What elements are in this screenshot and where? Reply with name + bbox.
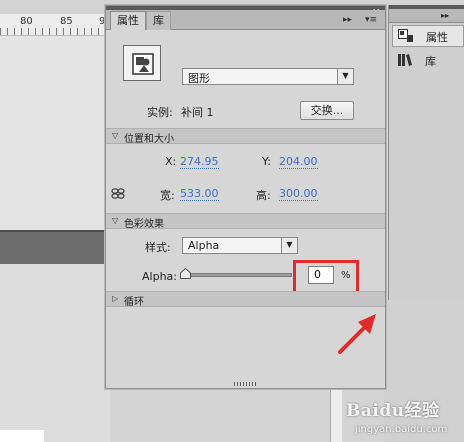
style-select[interactable]: Alpha ▼ (182, 237, 298, 254)
timeline-divider[interactable] (0, 230, 110, 264)
red-arrow-icon (338, 314, 376, 354)
ruler-mark: 85 (60, 16, 73, 27)
style-label: 样式: (145, 241, 171, 254)
section-loop[interactable]: ▷ 循环 (106, 291, 385, 308)
alpha-slider-track[interactable] (184, 273, 292, 277)
timeline-area[interactable] (0, 264, 110, 442)
stage-canvas[interactable] (0, 36, 110, 230)
tab-library[interactable]: 库 (146, 11, 171, 30)
baidu-watermark: Baidu经验 (332, 394, 464, 424)
chevron-down-icon: ▼ (337, 69, 353, 84)
horizontal-ruler: 80 85 90 (0, 14, 112, 36)
alpha-slider-thumb[interactable] (180, 268, 191, 279)
white-corner (0, 430, 44, 442)
section-title: 循环 (124, 297, 144, 308)
section-position-size[interactable]: ▽ 位置和大小 (106, 128, 385, 145)
collapse-triangle-icon: ▽ (112, 216, 119, 225)
symbol-type-select[interactable]: 图形 ▼ (182, 68, 354, 85)
right-dock: ▸▸ 属性 库 (388, 5, 464, 300)
width-label: 宽: (160, 189, 175, 202)
properties-panel: ◂◂ 属性 库 ▸▸ ▾≡ 图形 ▼ 实例: 补间 1 交换... ▽ 位置和大… (105, 5, 386, 389)
instance-label: 实例: (147, 106, 173, 119)
tab-properties[interactable]: 属性 (110, 11, 146, 30)
graphic-symbol-icon (123, 45, 161, 81)
section-title: 位置和大小 (124, 134, 174, 145)
collapse-triangle-icon: ▽ (112, 131, 119, 140)
symbol-type-value: 图形 (188, 72, 210, 85)
resize-grip[interactable] (234, 382, 258, 386)
ruler-ticks (0, 28, 110, 35)
highlight-box (293, 260, 359, 294)
x-label: X: (165, 155, 177, 168)
library-icon (398, 54, 412, 66)
instance-value: 补间 1 (181, 106, 214, 119)
properties-icon (398, 29, 413, 42)
style-value: Alpha (188, 239, 220, 252)
width-value[interactable]: 533.00 (180, 187, 219, 201)
link-constraint-icon[interactable] (111, 186, 125, 200)
expand-icon[interactable]: ▸▸ (441, 11, 449, 20)
collapse-icon[interactable]: ▸▸ (343, 15, 352, 25)
chevron-down-icon: ▼ (281, 238, 297, 253)
dock-item-label: 库 (425, 55, 436, 68)
expand-triangle-icon: ▷ (112, 294, 119, 303)
y-label: Y: (262, 155, 271, 168)
dock-item-library[interactable]: 库 (392, 50, 464, 72)
watermark-text: Baidu经验 (346, 401, 440, 421)
dock-item-label: 属性 (426, 31, 448, 44)
height-label: 高: (256, 189, 271, 202)
ruler-mark: 80 (20, 16, 33, 27)
panel-tabbar: 属性 库 ▸▸ ▾≡ (106, 10, 385, 30)
section-color-effect[interactable]: ▽ 色彩效果 (106, 213, 385, 230)
watermark-sub: jingyan.baidu.com (355, 424, 448, 435)
alpha-label: Alpha: (142, 270, 177, 283)
y-value[interactable]: 204.00 (279, 155, 318, 169)
dock-item-properties[interactable]: 属性 (392, 25, 464, 47)
x-value[interactable]: 274.95 (180, 155, 219, 169)
swap-button[interactable]: 交换... (300, 101, 354, 120)
height-value[interactable]: 300.00 (279, 187, 318, 201)
panel-menu-icon[interactable]: ▾≡ (365, 15, 377, 25)
section-title: 色彩效果 (124, 219, 164, 230)
dock-controls: ▸▸ (389, 9, 464, 23)
